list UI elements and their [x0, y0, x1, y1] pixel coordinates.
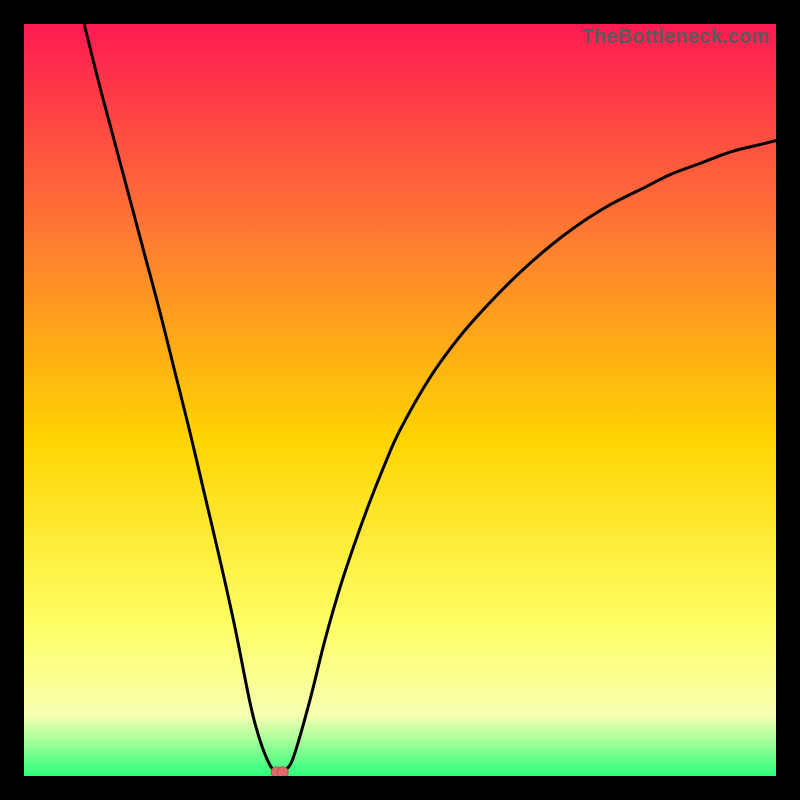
bottleneck-curve-chart: [24, 24, 776, 776]
plot-area: TheBottleneck.com: [24, 24, 776, 776]
watermark-text: TheBottleneck.com: [582, 26, 770, 49]
gradient-background: [24, 24, 776, 776]
optimum-marker: [271, 767, 288, 776]
chart-frame: TheBottleneck.com: [0, 0, 800, 800]
